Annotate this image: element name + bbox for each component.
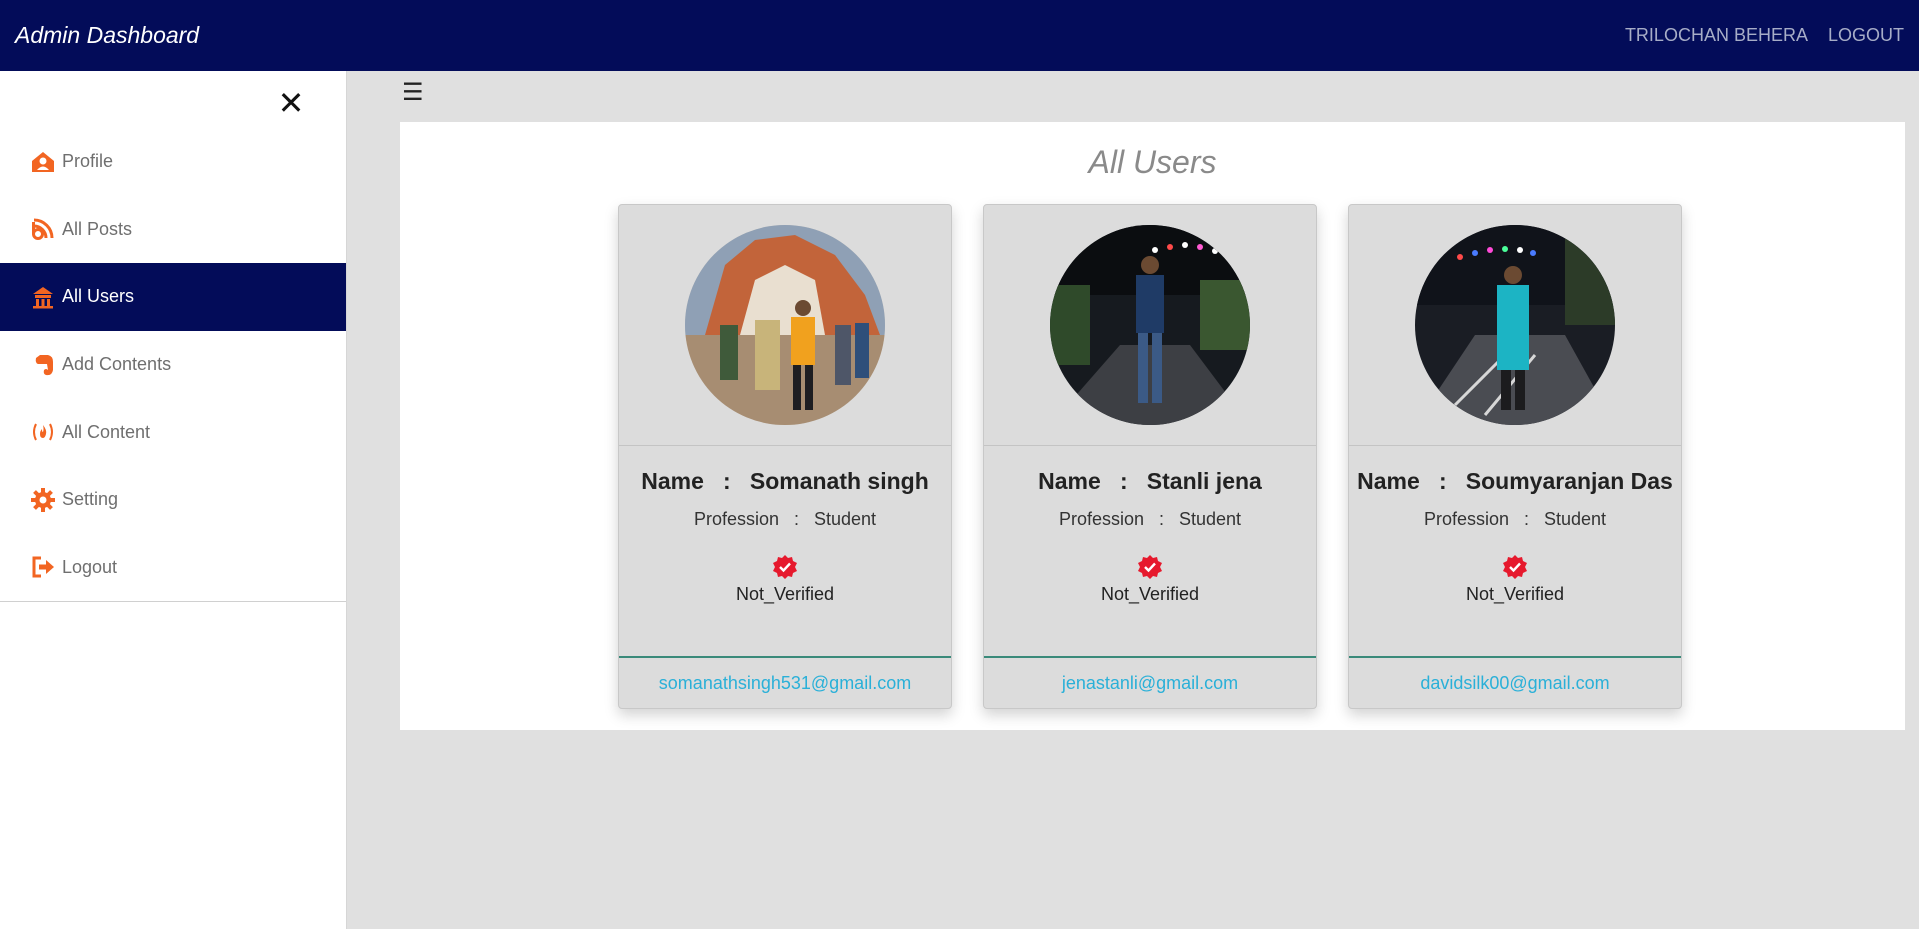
hamburger-icon[interactable]: ☰ [402, 78, 424, 107]
user-email-link[interactable]: jenastanli@gmail.com [1062, 673, 1238, 694]
sidebar-menu: Profile All Posts All Users Add Contents… [0, 128, 346, 603]
verified-badge-icon [1138, 555, 1162, 579]
sidebar-item-label: All Content [62, 421, 151, 442]
avatar [1050, 225, 1250, 425]
avatar [685, 225, 885, 425]
evernote-icon [30, 352, 56, 378]
users-panel: All Users Name: Somanath singh Professi… [400, 122, 1905, 730]
logout-link[interactable]: LOGOUT [1828, 25, 1904, 46]
navbar-right: TRILOCHAN BEHERA LOGOUT [1625, 25, 1904, 46]
sidebar-item-label: Logout [62, 556, 118, 577]
user-profession: Profession : Student [693, 509, 877, 529]
sidebar-item-all-posts[interactable]: All Posts [0, 196, 346, 264]
sidebar-item-label: Profile [62, 151, 114, 172]
top-navbar: Admin Dashboard TRILOCHAN BEHERA LOGOUT [0, 0, 1919, 71]
verification-status: Not_Verified [735, 584, 835, 604]
sign-out-icon [30, 554, 56, 580]
gear-icon [30, 487, 56, 513]
card-footer: davidsilk00@gmail.com [1349, 656, 1681, 708]
verified-badge-icon [773, 555, 797, 579]
sidebar-item-all-content[interactable]: All Content [0, 398, 346, 466]
sidebar-item-add-contents[interactable]: Add Contents [0, 331, 346, 399]
sidebar-item-all-users[interactable]: All Users [0, 263, 346, 331]
sidebar-item-setting[interactable]: Setting [0, 466, 346, 534]
user-card: Name : Stanli jena Profession : Student … [983, 204, 1317, 709]
blog-icon [30, 216, 56, 242]
sidebar-item-label: All Users [62, 286, 135, 307]
sidebar-item-label: Add Contents [62, 354, 172, 375]
verification-status: Not_Verified [1100, 584, 1200, 604]
verified-badge-icon [1503, 555, 1527, 579]
user-profession: Profession : Student [1423, 509, 1607, 529]
user-email-link[interactable]: davidsilk00@gmail.com [1420, 673, 1609, 694]
user-name: Name : Soumyaranjan Das [1357, 468, 1673, 494]
user-name: Name : Stanli jena [1038, 468, 1262, 494]
sidebar-item-label: Setting [62, 489, 119, 510]
user-profession: Profession : Student [1058, 509, 1242, 529]
user-card: Name : Somanath singh Profession : Stude… [618, 204, 952, 709]
sidebar-item-label: All Posts [62, 218, 133, 239]
avatar [1415, 225, 1615, 425]
user-name: Name : Somanath singh [641, 468, 929, 494]
card-footer: somanathsingh531@gmail.com [619, 656, 951, 708]
profile-icon [30, 149, 56, 175]
card-image-area [1349, 205, 1681, 446]
user-name-link[interactable]: TRILOCHAN BEHERA [1625, 25, 1808, 46]
verification-status: Not_Verified [1465, 584, 1565, 604]
card-image-area [984, 205, 1316, 446]
users-icon [30, 284, 56, 310]
sidebar-item-logout[interactable]: Logout [0, 534, 346, 602]
fire-icon [30, 419, 56, 445]
brand-title[interactable]: Admin Dashboard [15, 22, 199, 49]
page-title: All Users [1088, 144, 1217, 180]
sidebar: ✕ Profile All Posts All Users Add Conten… [0, 71, 347, 929]
user-card: Name : Soumyaranjan Das Profession : Stu… [1348, 204, 1682, 709]
close-icon[interactable]: ✕ [276, 87, 306, 119]
user-email-link[interactable]: somanathsingh531@gmail.com [659, 673, 911, 694]
user-cards: Name : Somanath singh Profession : Stude… [618, 204, 1682, 709]
sidebar-item-profile[interactable]: Profile [0, 128, 346, 196]
card-footer: jenastanli@gmail.com [984, 656, 1316, 708]
card-image-area [619, 205, 951, 446]
